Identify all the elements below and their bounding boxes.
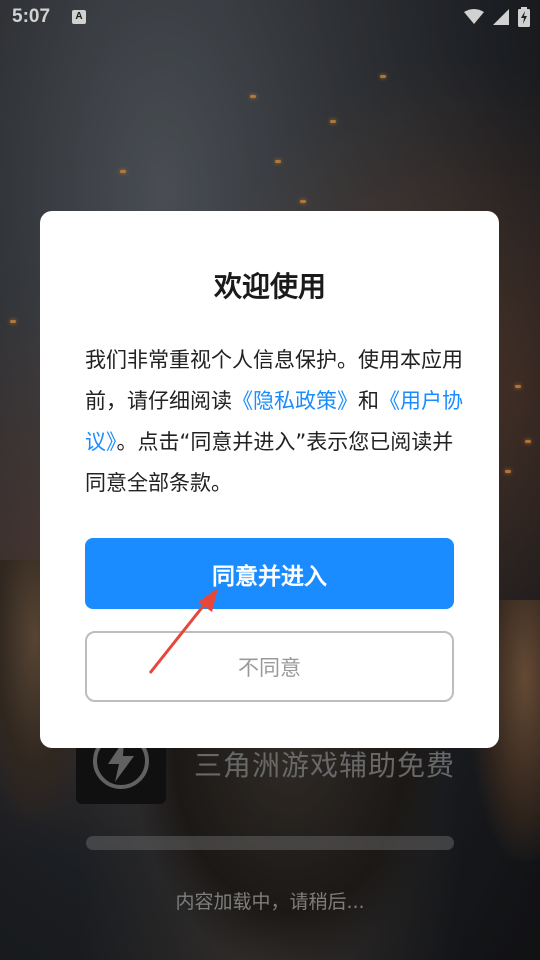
dialog-body: 我们非常重视个人信息保护。使用本应用前，请仔细阅读《隐私政策》和《用户协议》。点… bbox=[85, 340, 465, 504]
dialog-body-text-2: 。点击“同意并进入”表示您已阅读并同意全部条款。 bbox=[85, 430, 454, 495]
annotation-arrow-icon bbox=[148, 588, 218, 674]
dialog-body-and: 和 bbox=[358, 389, 379, 413]
dialog-title: 欢迎使用 bbox=[213, 270, 326, 303]
screen: 5:07 A 三角洲游戏辅助免费 内容加载中，请稍后... 欢迎使用 我们非常重… bbox=[0, 0, 540, 960]
privacy-policy-link[interactable]: 《隐私政策》 bbox=[232, 389, 358, 413]
